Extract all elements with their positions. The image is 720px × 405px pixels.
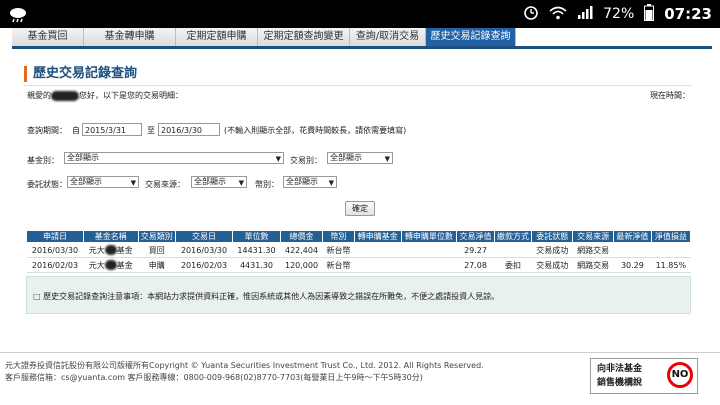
col-status: 委託狀態	[531, 230, 574, 243]
confirm-button[interactable]: 確定	[345, 201, 375, 216]
period-note: (不輸入則顯示全部，花費時間較長，請依需要填寫)	[224, 126, 407, 135]
from-label: 自	[72, 126, 80, 135]
col-switch-units: 轉申購單位數	[400, 230, 458, 243]
clock-time: 07:23	[664, 5, 712, 23]
fund-label: 基金別：	[27, 156, 59, 165]
currency-select[interactable]: 全部顯示 ▼	[283, 176, 337, 188]
to-date-input[interactable]: 2016/3/30	[158, 123, 220, 136]
tab-fund-switch[interactable]: 基金轉申購	[84, 28, 176, 46]
chevron-down-icon: ▼	[238, 179, 244, 187]
battery-percent: 72%	[603, 6, 635, 22]
page-title: 歷史交易記錄查詢	[24, 66, 137, 82]
status-bar: 72% 07:23	[0, 0, 720, 28]
title-divider	[24, 85, 692, 86]
col-currency: 幣別	[322, 230, 355, 243]
trade-type-select[interactable]: 全部顯示 ▼	[327, 152, 393, 164]
trade-type-label: 交易別：	[290, 156, 322, 165]
from-date-input[interactable]: 2015/3/31	[82, 123, 142, 136]
col-latest-nav: 最新淨值	[613, 230, 652, 243]
tab-query-cancel[interactable]: 查詢/取消交易	[350, 28, 426, 46]
wifi-icon	[549, 5, 567, 24]
chevron-down-icon: ▼	[328, 179, 334, 187]
masked-fund-name	[104, 260, 117, 270]
col-total: 總價金	[279, 230, 324, 243]
tab-history[interactable]: 歷史交易記錄查詢	[426, 28, 516, 46]
footer-divider	[0, 352, 720, 353]
col-apply-date: 申請日	[26, 230, 84, 243]
chevron-down-icon: ▼	[275, 155, 281, 163]
col-fund-name: 基金名稱	[82, 230, 139, 243]
col-units: 單位數	[232, 230, 281, 243]
no-sign-icon: NO	[667, 362, 693, 388]
currency-label: 幣別：	[255, 180, 279, 189]
col-nav-pnl: 淨值損益	[650, 230, 692, 243]
tab-regular-query-change[interactable]: 定期定額查詢變更	[258, 28, 350, 46]
anti-illegal-fund-banner[interactable]: 向非法基金 銷售機構說 NO	[590, 358, 698, 394]
fund-select[interactable]: 全部顯示 ▼	[64, 152, 284, 164]
current-time-label: 現在時間：	[650, 91, 690, 100]
battery-icon	[644, 3, 655, 25]
copyright-text: 元大證券投資信託股份有限公司版權所有Copyright © Yuanta Sec…	[5, 361, 484, 370]
col-trade-date: 交易日	[175, 230, 234, 243]
table-row[interactable]: 2016/02/03 元大 基金 申購 2016/02/03 4431.30 12…	[26, 257, 691, 273]
greeting: 親愛的 您好，以下是您的交易明細：	[27, 90, 183, 101]
col-payment: 繳款方式	[493, 230, 533, 243]
masked-name	[51, 90, 79, 101]
tab-bar: 基金買回 基金轉申購 定期定額申購 定期定額查詢變更 查詢/取消交易 歷史交易記…	[12, 28, 712, 49]
table-row[interactable]: 2016/03/30 元大 基金 買回 2016/03/30 14431.30 4…	[26, 242, 691, 258]
status-select[interactable]: 全部顯示 ▼	[67, 176, 139, 188]
status-label: 委託狀態：	[27, 180, 67, 189]
col-source: 交易來源	[572, 230, 615, 243]
col-switch-fund: 轉申購基金	[353, 230, 402, 243]
col-trade-type: 交易類別	[137, 230, 177, 243]
table-header-row: 申請日 基金名稱 交易類別 交易日 單位數 總價金 幣別 轉申購基金 轉申購單位…	[26, 230, 692, 243]
period-label: 查詢期間：	[27, 126, 67, 135]
to-label: 至	[147, 126, 155, 135]
history-table: 申請日 基金名稱 交易類別 交易日 單位數 總價金 幣別 轉申購基金 轉申購單位…	[26, 230, 692, 273]
source-select[interactable]: 全部顯示 ▼	[191, 176, 247, 188]
chevron-down-icon: ▼	[130, 179, 136, 187]
tab-regular-subscribe[interactable]: 定期定額申購	[176, 28, 258, 46]
masked-fund-name	[104, 245, 117, 255]
source-label: 交易來源：	[145, 180, 185, 189]
col-trade-nav: 交易淨值	[456, 230, 495, 243]
tab-fund-redeem[interactable]: 基金買回	[12, 28, 84, 46]
signal-icon	[577, 5, 593, 24]
alarm-icon	[523, 4, 539, 24]
notice-bullet: □	[33, 292, 41, 301]
weather-icon	[8, 5, 28, 23]
notice-box: □ 歷史交易記錄查詢注意事項：本網站力求提供資料正確，惟因系統或其他人為因素導致…	[26, 276, 691, 314]
notice-text: 歷史交易記錄查詢注意事項：本網站力求提供資料正確，惟因系統或其他人為因素導致之錯…	[43, 292, 500, 301]
contact-text: 客戶服務信箱：cs@yuanta.com 客戶服務專線：0800-009-968…	[5, 373, 423, 382]
footer: 元大證券投資信託股份有限公司版權所有Copyright © Yuanta Sec…	[5, 360, 484, 384]
chevron-down-icon: ▼	[384, 155, 390, 163]
